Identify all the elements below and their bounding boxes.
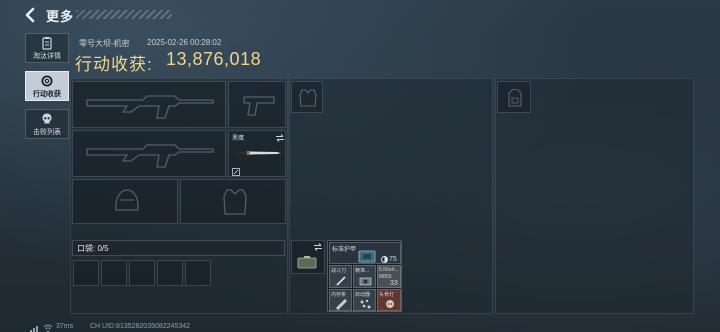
tab-elimination-details[interactable]: 淘汰详情 xyxy=(25,33,69,63)
melee-name: 黑鹰 xyxy=(232,136,245,142)
skull-lamp-icon xyxy=(386,300,394,308)
item-precision-device[interactable]: 精准... xyxy=(353,265,376,288)
durability-icon xyxy=(381,256,388,263)
durability-value: 75 xyxy=(389,256,397,263)
melee-slot[interactable]: 黑鹰 xyxy=(228,130,286,177)
container-header[interactable]: 标准护甲 75 xyxy=(329,242,401,264)
pocket-slot-1[interactable] xyxy=(73,260,99,286)
clipboard-icon xyxy=(42,37,52,50)
backpack-slot[interactable] xyxy=(497,81,531,113)
tab-operation-gains[interactable]: 行动收获 xyxy=(25,71,69,101)
skull-icon xyxy=(42,113,52,124)
helmet-slot[interactable] xyxy=(72,179,178,224)
pocket-capacity: 口袋: 0/5 xyxy=(77,244,109,253)
device-icon xyxy=(359,277,372,286)
armor-case-icon xyxy=(358,250,376,263)
pistol-icon xyxy=(243,96,275,116)
helmet-icon xyxy=(115,189,139,211)
chest-rig-icon xyxy=(299,89,317,107)
container-grid: 标准护甲 75 战斗刀 精准... 5.56x4... M855 33 内存条 xyxy=(327,240,402,312)
chest-rig-slot[interactable] xyxy=(291,81,323,113)
primary-weapon-slot[interactable] xyxy=(72,81,226,128)
rifle-icon xyxy=(86,144,214,168)
pocket-slot-2[interactable] xyxy=(101,260,127,286)
scatter-icon xyxy=(360,299,371,309)
swap-icon[interactable] xyxy=(275,134,285,142)
pocket-slot-4[interactable] xyxy=(157,260,183,286)
ram-icon xyxy=(335,299,348,310)
back-arrow-icon[interactable] xyxy=(22,6,40,24)
bound-icon xyxy=(232,168,240,176)
backpack-panel xyxy=(495,78,694,314)
item-label: 战斗刀 xyxy=(331,268,347,274)
swap-icon[interactable] xyxy=(313,243,323,251)
map-name: 零号大坝-机密 xyxy=(79,39,130,48)
knife-icon xyxy=(235,151,281,155)
title-decoration xyxy=(76,10,172,19)
item-label: 启动器 xyxy=(355,292,371,298)
item-ammo[interactable]: 5.56x4... M855 33 xyxy=(377,265,401,288)
container-name: 标准护甲 xyxy=(332,247,357,253)
item-memory-stick[interactable]: 内存条 xyxy=(329,289,352,311)
item-label: 精准... xyxy=(355,268,370,274)
sidearm-slot[interactable] xyxy=(228,81,286,128)
tab-label: 行动收获 xyxy=(33,91,61,98)
knife-icon xyxy=(334,276,346,287)
container-slot[interactable] xyxy=(291,240,325,274)
pocket-slot-5[interactable] xyxy=(185,260,211,286)
item-combat-knife[interactable]: 战斗刀 xyxy=(329,265,352,288)
item-skull-lamp[interactable]: 头骨灯 xyxy=(377,289,401,311)
user-uid: CH UID:8135282035082245342 xyxy=(90,323,191,330)
tab-label: 击败列表 xyxy=(33,129,61,136)
item-label: 内存条 xyxy=(331,292,347,298)
target-icon xyxy=(41,75,53,87)
page-title: 更多 xyxy=(46,9,75,24)
item-label: 头骨灯 xyxy=(379,292,395,298)
total-value-amount: 13,876,018 xyxy=(166,49,262,69)
total-value-label: 行动收获: xyxy=(75,55,153,74)
case-icon xyxy=(297,256,317,269)
armor-slot[interactable] xyxy=(180,179,286,224)
pocket-slot-3[interactable] xyxy=(129,260,155,286)
vest-icon xyxy=(223,189,247,215)
ammo-count: 33 xyxy=(390,280,398,287)
backpack-icon xyxy=(508,88,522,107)
item-label: 5.56x4... xyxy=(379,267,399,273)
secondary-weapon-slot[interactable] xyxy=(72,130,226,177)
tab-defeat-list[interactable]: 击败列表 xyxy=(25,109,69,139)
wifi-icon xyxy=(43,324,53,332)
item-launcher[interactable]: 启动器 xyxy=(353,289,376,311)
timestamp: 2025-02-26 00:28:02 xyxy=(147,38,222,47)
signal-icon xyxy=(30,326,38,332)
rifle-icon xyxy=(86,95,214,119)
tab-label: 淘汰详情 xyxy=(33,53,61,60)
ping: 37ms xyxy=(56,323,74,330)
